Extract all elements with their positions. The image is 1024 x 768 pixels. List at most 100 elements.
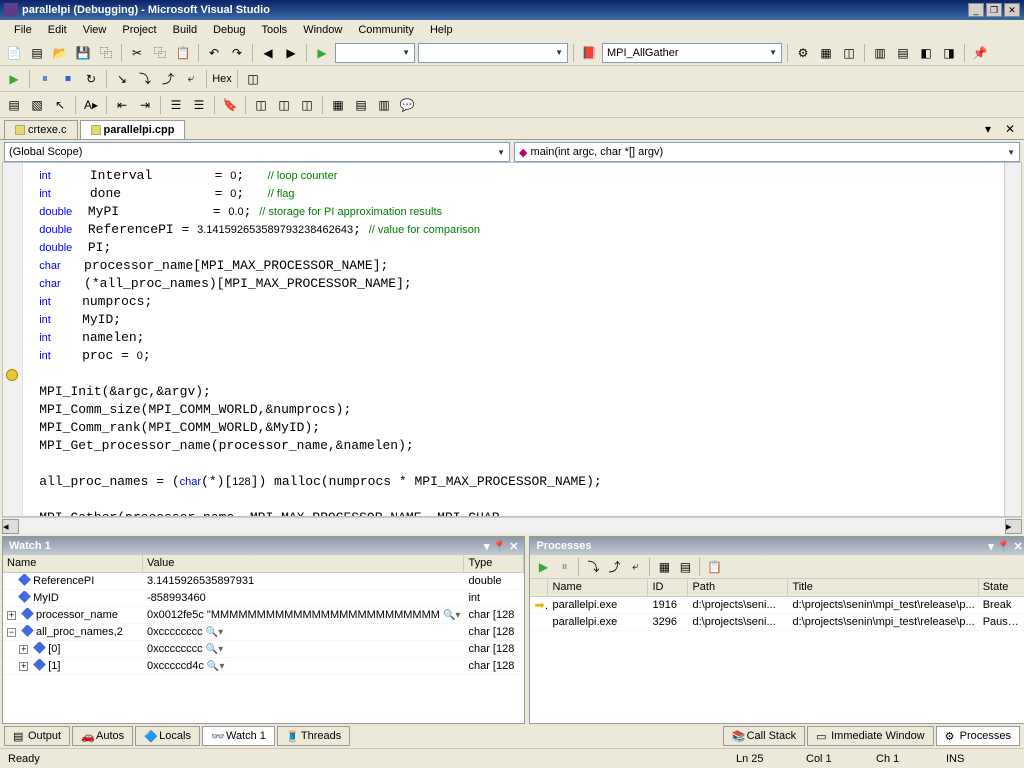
menu-edit[interactable]: Edit <box>40 24 75 36</box>
tool7-icon[interactable]: ◨ <box>939 43 959 63</box>
vscrollbar[interactable] <box>1004 163 1021 516</box>
process-row[interactable]: ➡parallelpi.exe1916d:\projects\seni...d:… <box>530 597 1024 614</box>
b6-icon[interactable]: ▥ <box>374 95 394 115</box>
continue-icon[interactable]: ▶ <box>4 69 24 89</box>
watch-row[interactable]: +processor_name0x0012fe5c "MMMMMMMMMMMMM… <box>3 607 524 624</box>
proc-step3-icon[interactable]: ⤶ <box>626 558 644 576</box>
step-out-icon[interactable]: ⤶ <box>181 69 201 89</box>
watch-grid[interactable]: NameValueType ReferencePI3.1415926535897… <box>3 555 524 723</box>
restart-icon[interactable]: ↻ <box>81 69 101 89</box>
menu-tools[interactable]: Tools <box>254 24 296 36</box>
pause-icon[interactable]: ⏸ <box>35 69 55 89</box>
scope-right-combo[interactable]: ◆ main(int argc, char *[] argv)▼ <box>514 142 1020 162</box>
menu-file[interactable]: File <box>6 24 40 36</box>
tab-locals[interactable]: 🔷Locals <box>135 726 200 746</box>
proc-detach-icon[interactable]: ▦ <box>655 558 673 576</box>
code-area[interactable]: int Interval = 0; // loop counter int do… <box>23 163 1021 516</box>
close-button[interactable]: ✕ <box>1004 3 1020 17</box>
menu-help[interactable]: Help <box>422 24 461 36</box>
open-icon[interactable]: 📂 <box>50 43 70 63</box>
tab-close-icon[interactable]: ✕ <box>1000 119 1020 139</box>
watch-row[interactable]: −all_proc_names,20xcccccccc 🔍▾char [128 <box>3 624 524 641</box>
watch-row[interactable]: MyID-858993460int <box>3 590 524 607</box>
tab-watch-1[interactable]: 👓Watch 1 <box>202 726 275 746</box>
platform-combo[interactable]: ▼ <box>418 43 568 63</box>
outdent-icon[interactable]: ⇤ <box>112 95 132 115</box>
tab-autos[interactable]: 🚗Autos <box>72 726 133 746</box>
step-into-icon[interactable]: ⤵ <box>135 69 155 89</box>
code-editor[interactable]: int Interval = 0; // loop counter int do… <box>2 162 1022 517</box>
tool-icon[interactable]: ⚙ <box>793 43 813 63</box>
tab-crtexe[interactable]: crtexe.c <box>4 120 78 139</box>
menu-project[interactable]: Project <box>114 24 164 36</box>
indent-icon[interactable]: ⇥ <box>135 95 155 115</box>
tool6-icon[interactable]: ◧ <box>916 43 936 63</box>
config-combo[interactable]: ▼ <box>335 43 415 63</box>
watch-row[interactable]: ReferencePI3.1415926535897931double <box>3 573 524 590</box>
proc-pause-icon[interactable]: ⏸ <box>555 558 573 576</box>
step-over-icon[interactable]: ⤴ <box>158 69 178 89</box>
bookmark-icon[interactable]: 🔖 <box>220 95 240 115</box>
new-project-icon[interactable]: 📄 <box>4 43 24 63</box>
panel-menu-icon[interactable]: ▾ <box>988 540 994 553</box>
redo-icon[interactable]: ↷ <box>227 43 247 63</box>
tab-threads[interactable]: 🧵Threads <box>277 726 350 746</box>
tool3-icon[interactable]: ◫ <box>839 43 859 63</box>
scope-left-combo[interactable]: (Global Scope)▼ <box>4 142 510 162</box>
panel-close-icon[interactable]: ✕ <box>1013 540 1022 553</box>
proc-step1-icon[interactable]: ⤵ <box>584 558 602 576</box>
panel-menu-icon[interactable]: ▾ <box>484 540 490 553</box>
b2-icon[interactable]: ◫ <box>274 95 294 115</box>
hex-toggle[interactable]: Hex <box>212 69 232 89</box>
add-item-icon[interactable]: ▤ <box>27 43 47 63</box>
tab-scroll-icon[interactable]: ▾ <box>978 119 998 139</box>
menu-build[interactable]: Build <box>165 24 205 36</box>
tab-call-stack[interactable]: 📚Call Stack <box>723 726 806 746</box>
debug-window-icon[interactable]: ◫ <box>243 69 263 89</box>
tab-immediate-window[interactable]: ▭Immediate Window <box>807 726 934 746</box>
t2-icon[interactable]: ▧ <box>27 95 47 115</box>
play-icon[interactable]: ▶ <box>312 43 332 63</box>
b3-icon[interactable]: ◫ <box>297 95 317 115</box>
minimize-button[interactable]: _ <box>968 3 984 17</box>
tool2-icon[interactable]: ▦ <box>816 43 836 63</box>
b5-icon[interactable]: ▤ <box>351 95 371 115</box>
t1-icon[interactable]: ▤ <box>4 95 24 115</box>
gutter[interactable] <box>3 163 23 516</box>
proc-step2-icon[interactable]: ⤴ <box>605 558 623 576</box>
copy-icon[interactable]: ⿻ <box>150 43 170 63</box>
uncomment-icon[interactable]: ☰ <box>189 95 209 115</box>
proc-attach-icon[interactable]: 📋 <box>705 558 723 576</box>
tab-output[interactable]: ▤Output <box>4 726 70 746</box>
cut-icon[interactable]: ✂ <box>127 43 147 63</box>
proc-terminate-icon[interactable]: ▤ <box>676 558 694 576</box>
b1-icon[interactable]: ◫ <box>251 95 271 115</box>
proc-continue-icon[interactable]: ▶ <box>534 558 552 576</box>
nav-fwd-icon[interactable]: ▶ <box>281 43 301 63</box>
pin-icon[interactable]: 📌 <box>970 43 990 63</box>
panel-pin-icon[interactable]: 📍 <box>997 540 1011 553</box>
font-icon[interactable]: A▸ <box>81 95 101 115</box>
watch-row[interactable]: +[1]0xcccccd4c 🔍▾char [128 <box>3 658 524 675</box>
processes-grid[interactable]: NameIDPathTitleState➡parallelpi.exe1916d… <box>530 579 1024 723</box>
save-all-icon[interactable]: ⿻ <box>96 43 116 63</box>
breakpoint-icon[interactable] <box>6 369 18 381</box>
mpi-combo[interactable]: MPI_AllGather▼ <box>602 43 782 63</box>
menu-view[interactable]: View <box>75 24 115 36</box>
watch-row[interactable]: +[0]0xcccccccc 🔍▾char [128 <box>3 641 524 658</box>
restore-button[interactable]: ❐ <box>986 3 1002 17</box>
undo-icon[interactable]: ↶ <box>204 43 224 63</box>
process-row[interactable]: parallelpi.exe3296d:\projects\seni...d:\… <box>530 614 1024 631</box>
menu-debug[interactable]: Debug <box>205 24 253 36</box>
paste-icon[interactable]: 📋 <box>173 43 193 63</box>
menu-community[interactable]: Community <box>350 24 422 36</box>
callout-icon[interactable]: 💬 <box>397 95 417 115</box>
hscrollbar[interactable]: ◂▸ <box>2 517 1022 534</box>
book-icon[interactable]: 📕 <box>579 43 599 63</box>
stop-icon[interactable]: ⏹ <box>58 69 78 89</box>
save-icon[interactable]: 💾 <box>73 43 93 63</box>
panel-pin-icon[interactable]: 📍 <box>493 540 507 553</box>
comment-icon[interactable]: ☰ <box>166 95 186 115</box>
tool4-icon[interactable]: ▥ <box>870 43 890 63</box>
tab-parallelpi[interactable]: parallelpi.cpp <box>80 120 186 139</box>
